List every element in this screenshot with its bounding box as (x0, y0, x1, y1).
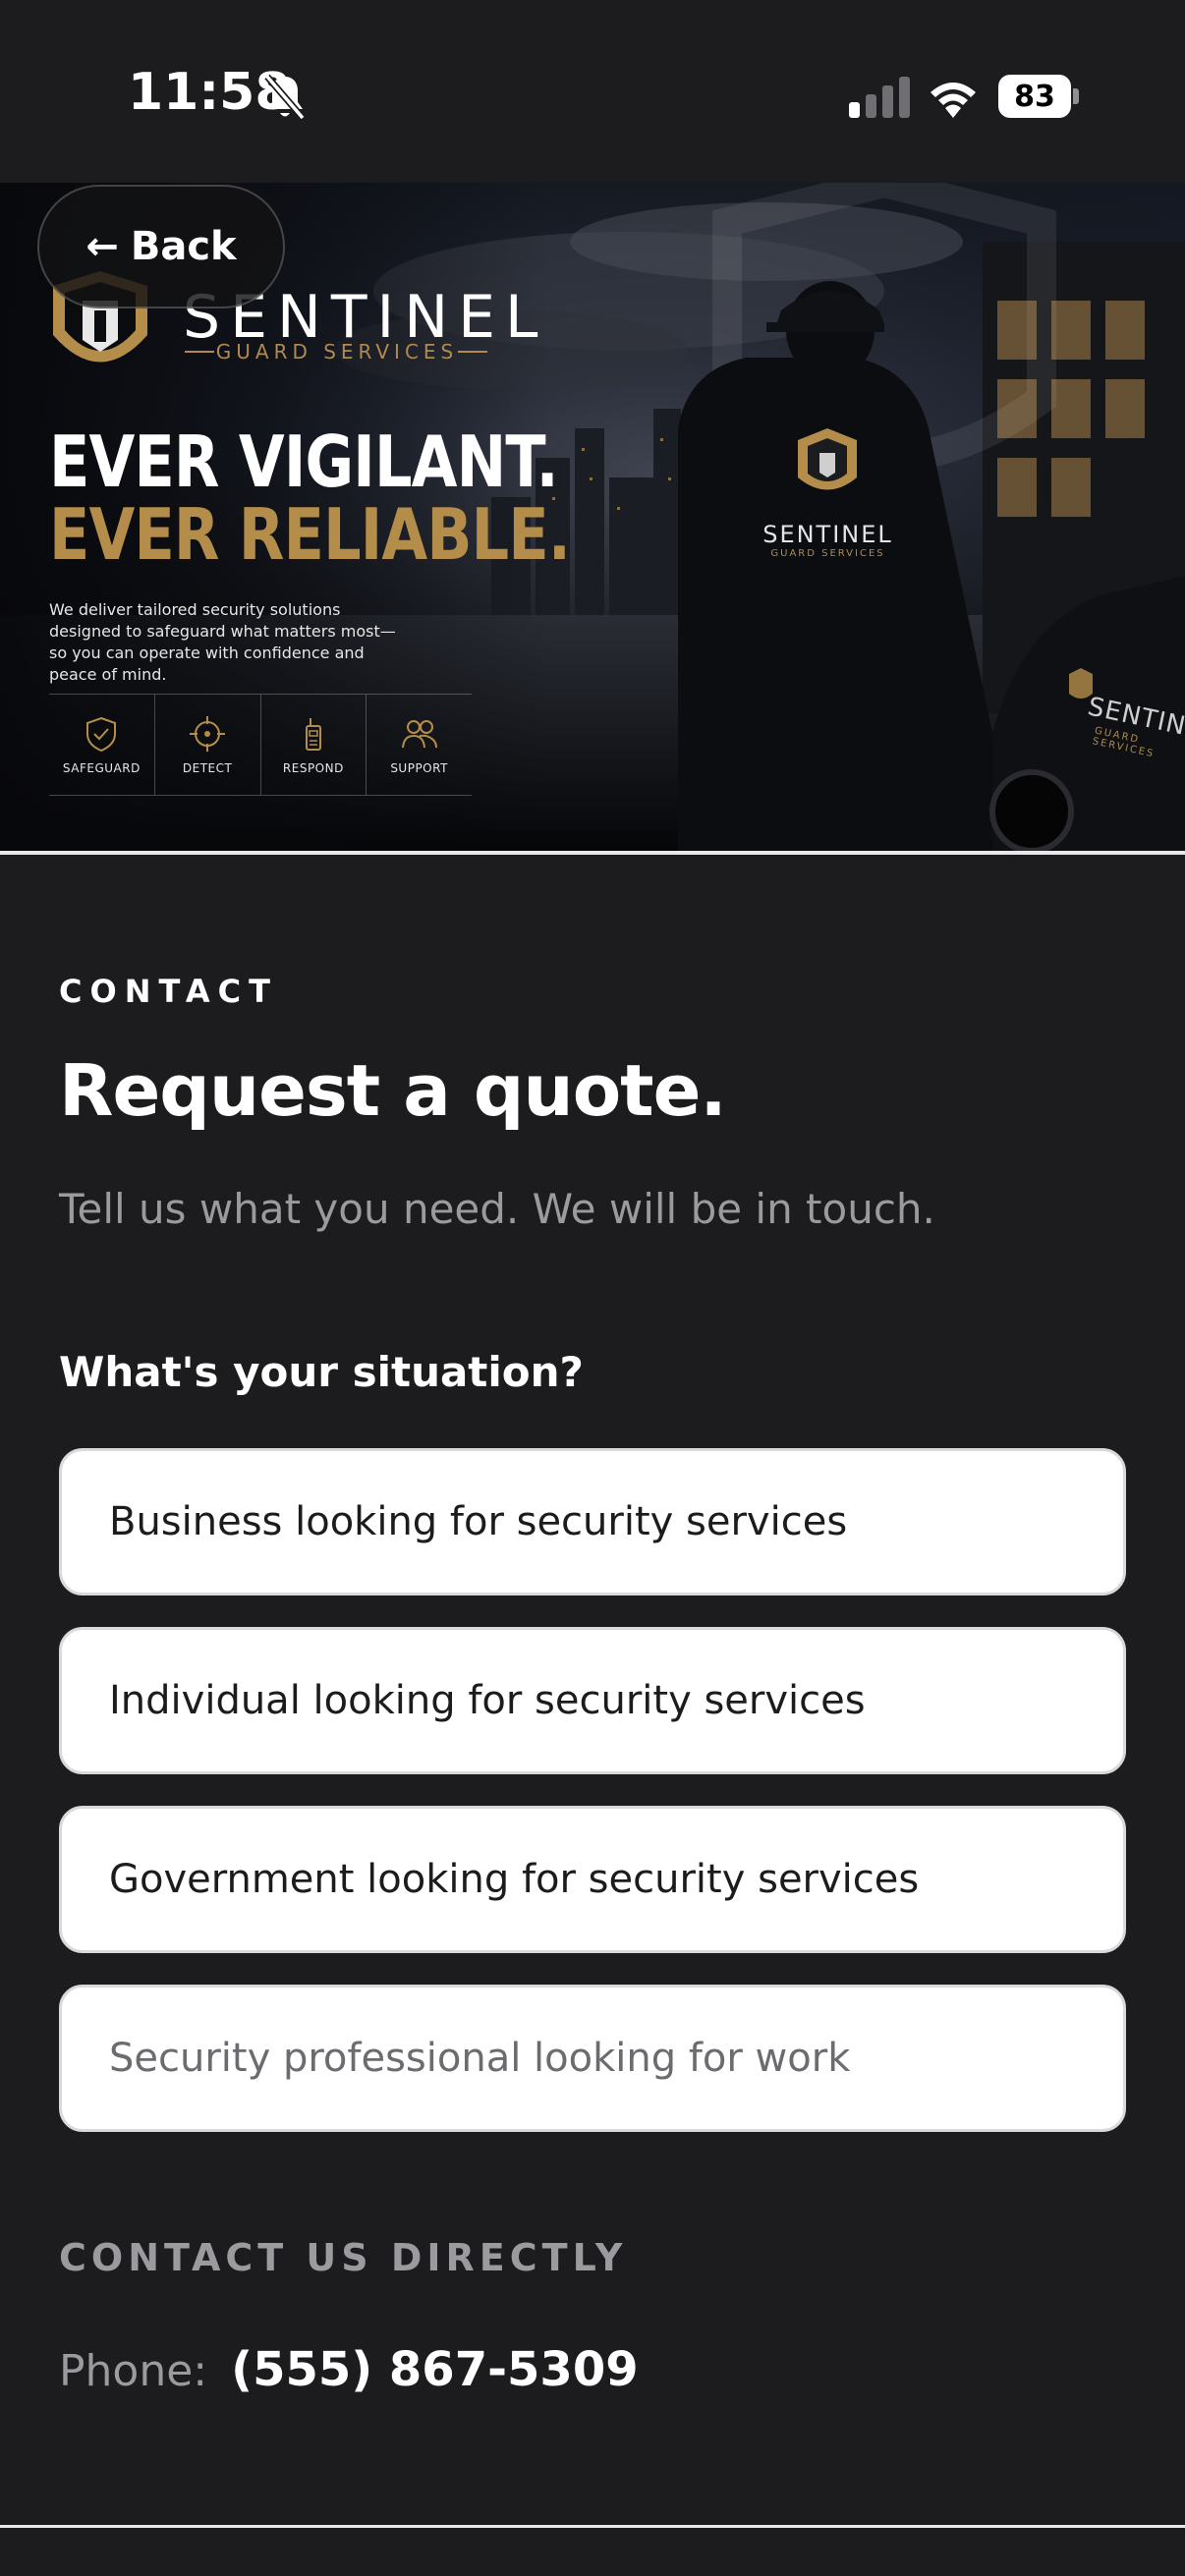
option-label: Security professional looking for work (109, 2036, 851, 2081)
bottom-bar (0, 2528, 1185, 2576)
hero-divider (0, 851, 1185, 855)
option-label: Individual looking for security services (109, 1678, 866, 1723)
feature-detect: DETECT (155, 695, 261, 795)
bell-muted-icon (264, 74, 306, 121)
situation-question: What's your situation? (59, 1348, 584, 1396)
battery-icon: 83 (998, 75, 1079, 118)
shield-check-icon (86, 716, 117, 753)
status-bar: 11:58 83 (0, 0, 1185, 183)
phone-number-link[interactable]: (555) 867-5309 (231, 2342, 639, 2397)
wifi-icon (931, 83, 976, 118)
feature-safeguard: SAFEGUARD (49, 695, 155, 795)
hero-description: We deliver tailored security solutions d… (49, 600, 396, 684)
cellular-signal-icon (849, 77, 910, 118)
option-individual[interactable]: Individual looking for security services (59, 1627, 1126, 1774)
back-button[interactable]: ← Back (37, 185, 285, 308)
battery-level: 83 (998, 75, 1071, 118)
jacket-brand-sub: GUARD SERVICES (770, 548, 885, 559)
people-icon (401, 720, 437, 749)
crosshair-icon (190, 716, 226, 752)
battery-cap (1073, 88, 1079, 104)
arrow-left-icon: ← (85, 224, 119, 269)
hero-headline-2: EVER RELIABLE. (49, 493, 571, 576)
option-government[interactable]: Government looking for security services (59, 1806, 1126, 1953)
page-title: Request a quote. (59, 1049, 727, 1132)
option-business[interactable]: Business looking for security services (59, 1448, 1126, 1596)
option-label: Business looking for security services (109, 1499, 848, 1544)
phone-label: Phone: (59, 2346, 208, 2396)
option-security-professional[interactable]: Security professional looking for work (59, 1985, 1126, 2132)
section-eyebrow: CONTACT (59, 973, 278, 1010)
feature-respond: RESPOND (261, 695, 367, 795)
phone-row: Phone: (555) 867-5309 (59, 2342, 639, 2397)
feature-label: DETECT (182, 761, 233, 775)
page-subtitle: Tell us what you need. We will be in tou… (59, 1185, 935, 1233)
back-button-label: Back (130, 224, 237, 269)
jacket-brand: SENTINEL (762, 521, 893, 548)
radio-icon (305, 718, 321, 751)
contact-directly-heading: CONTACT US DIRECTLY (59, 2236, 628, 2279)
feature-label: RESPOND (282, 761, 344, 775)
hero-brand-sub: GUARD SERVICES (215, 340, 459, 364)
hero-headline-1: EVER VIGILANT. (49, 420, 559, 503)
hero-features: SAFEGUARD DETECT RESPOND SUPPORT (49, 694, 472, 796)
option-label: Government looking for security services (109, 1857, 920, 1902)
feature-label: SAFEGUARD (62, 761, 141, 775)
feature-label: SUPPORT (390, 761, 448, 775)
feature-support: SUPPORT (367, 695, 472, 795)
